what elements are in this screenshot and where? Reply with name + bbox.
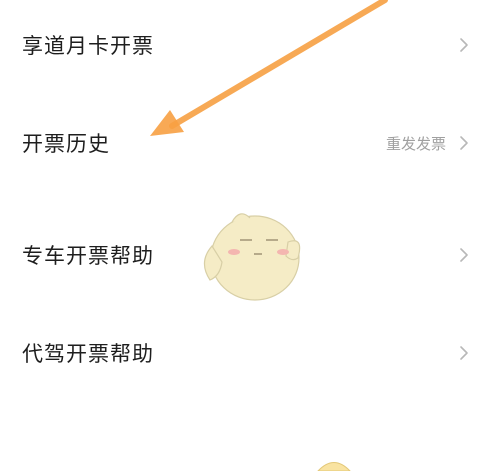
menu-item-label: 专车开票帮助 xyxy=(22,244,154,268)
chevron-right-icon xyxy=(460,136,468,150)
menu-item-side xyxy=(456,247,472,263)
menu-item-premier-car-invoice-help[interactable]: 专车开票帮助 xyxy=(0,220,500,290)
menu-item-invoice-history[interactable]: 开票历史 重发发票 xyxy=(0,108,500,178)
chevron-right-icon xyxy=(460,346,468,360)
chevron-right-icon xyxy=(460,38,468,52)
menu-item-label: 开票历史 xyxy=(22,132,110,156)
menu-item-side: 重发发票 xyxy=(386,133,472,154)
menu-item-monthly-card-invoice[interactable]: 享道月卡开票 xyxy=(0,10,500,80)
menu-item-side xyxy=(456,345,472,361)
invoice-menu: 享道月卡开票 开票历史 重发发票 专车开票帮助 代驾开票帮助 xyxy=(0,0,500,471)
menu-item-side xyxy=(456,37,472,53)
menu-item-designated-driver-invoice-help[interactable]: 代驾开票帮助 xyxy=(0,318,500,388)
menu-item-label: 代驾开票帮助 xyxy=(22,342,154,366)
menu-item-label: 享道月卡开票 xyxy=(22,34,154,58)
resend-invoice-link[interactable]: 重发发票 xyxy=(386,133,446,154)
chevron-right-icon xyxy=(460,248,468,262)
